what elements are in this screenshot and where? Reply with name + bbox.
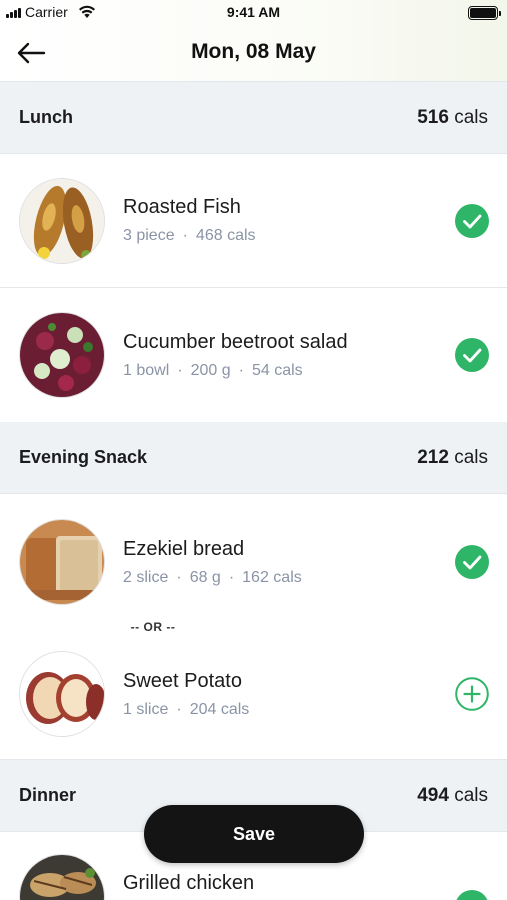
section-calories-unit: cals bbox=[454, 446, 488, 468]
section-title: Lunch bbox=[19, 107, 73, 127]
check-circle-icon[interactable] bbox=[455, 338, 489, 372]
check-circle-icon[interactable] bbox=[455, 890, 489, 900]
food-calories: 204 cals bbox=[189, 700, 250, 718]
food-image bbox=[19, 312, 105, 398]
food-image bbox=[19, 519, 105, 605]
food-text: Roasted Fish 3 piece · 468 cals bbox=[123, 196, 256, 245]
food-row-ezekiel-bread[interactable]: Ezekiel bread 2 slice · 68 g · 162 cals bbox=[0, 494, 507, 630]
section-calories-value: 516 bbox=[417, 106, 449, 128]
check-circle-icon[interactable] bbox=[455, 545, 489, 579]
section-calories-value: 494 bbox=[417, 784, 449, 806]
food-text: Cucumber beetroot salad 1 bowl · 200 g · 54 … bbox=[123, 331, 348, 380]
food-quantity: 3 piece bbox=[123, 227, 175, 244]
food-weight: 68 g bbox=[189, 568, 221, 586]
food-meta: 1 slice · 204 cals bbox=[123, 700, 250, 718]
food-quantity: 1 bowl bbox=[123, 361, 170, 379]
food-name: Roasted Fish bbox=[123, 196, 241, 218]
status-time: 9:41 AM bbox=[226, 4, 281, 20]
section-title: Evening Snack bbox=[19, 447, 148, 467]
section-calories-unit: cals bbox=[454, 106, 488, 128]
food-weight: 200 g bbox=[190, 361, 231, 379]
section-header-evening-snack: Evening Snack 212 cals bbox=[0, 422, 507, 494]
food-name: Sweet Potato bbox=[123, 669, 242, 692]
section-calories: 516 cals bbox=[417, 107, 488, 129]
food-name: Cucumber beetroot salad bbox=[123, 330, 348, 353]
food-calories: 54 cals bbox=[251, 361, 303, 379]
section-calories-value: 212 bbox=[417, 446, 449, 468]
section-calories: 494 cals bbox=[417, 785, 488, 807]
section-title: Dinner bbox=[19, 785, 77, 805]
section-header-lunch: Lunch 516 cals bbox=[0, 82, 507, 154]
food-image bbox=[19, 651, 105, 737]
meal-list: Lunch 516 cals Roasted Fish 3 piece · 468 … bbox=[0, 82, 507, 900]
food-image bbox=[19, 854, 105, 900]
food-quantity: 1 slice bbox=[123, 700, 169, 718]
food-text: Grilled chicken bbox=[123, 872, 254, 900]
nav-bar: Mon, 08 May bbox=[0, 26, 507, 82]
food-quantity: 2 slice bbox=[123, 568, 169, 586]
food-calories: 162 cals bbox=[242, 568, 302, 586]
food-meta: 1 bowl · 200 g · 54 cals bbox=[123, 361, 303, 379]
plus-circle-icon[interactable] bbox=[455, 677, 489, 711]
status-bar: Carrier 9:41 AM bbox=[0, 0, 507, 26]
food-name: Ezekiel bread bbox=[123, 537, 245, 560]
save-button[interactable]: Save bbox=[144, 805, 364, 863]
food-row-sweet-potato[interactable]: Sweet Potato 1 slice · 204 cals bbox=[0, 628, 507, 760]
food-calories: 468 cals bbox=[195, 227, 256, 244]
food-text: Sweet Potato 1 slice · 204 cals bbox=[123, 670, 249, 719]
food-row-cucumber-beetroot-salad[interactable]: Cucumber beetroot salad 1 bowl · 200 g · 54 … bbox=[0, 288, 507, 422]
page-title: Mon, 08 May bbox=[191, 40, 316, 63]
check-circle-icon[interactable] bbox=[455, 203, 489, 238]
food-meta: 2 slice · 68 g · 162 cals bbox=[123, 568, 302, 586]
food-meta: 3 piece · 468 cals bbox=[123, 227, 256, 244]
section-calories-unit: cals bbox=[454, 784, 488, 806]
food-row-roasted-fish[interactable]: Roasted Fish 3 piece · 468 cals bbox=[0, 154, 507, 288]
food-text: Ezekiel bread 2 slice · 68 g · 162 cals bbox=[123, 538, 302, 587]
section-calories: 212 cals bbox=[417, 447, 488, 469]
food-image bbox=[19, 177, 105, 264]
food-name: Grilled chicken bbox=[123, 872, 255, 894]
snack-options: Ezekiel bread 2 slice · 68 g · 162 cals -- O… bbox=[0, 494, 507, 760]
battery-icon bbox=[468, 6, 501, 20]
